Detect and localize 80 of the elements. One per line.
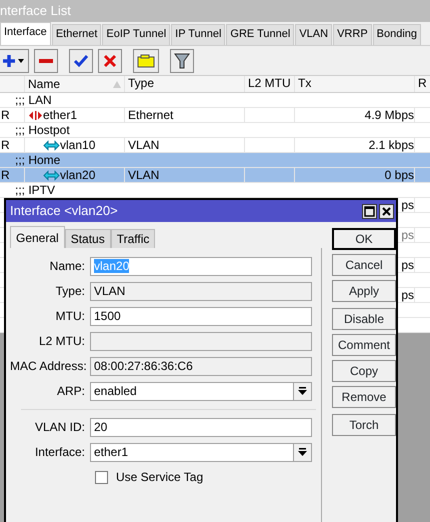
table-cell: vlan10 [60,138,96,152]
flag-text: R [1,168,10,182]
add-icon[interactable] [0,48,29,72]
tab[interactable]: VLAN [295,24,332,45]
flag-text: R [1,138,10,152]
column-header[interactable]: L2 MTU [245,76,295,92]
field-label: Interface: [34,445,86,460]
tab[interactable]: Bonding [372,24,422,45]
dropdown-field[interactable]: enabled [90,382,312,401]
tab[interactable]: IP Tunnel [171,24,226,45]
dialog-title: Interface <vlan20> [10,203,118,219]
tab[interactable]: Interface [0,22,51,45]
note-icon[interactable] [133,48,159,72]
dropdown-icon[interactable] [293,444,311,461]
table-cell: ps [401,228,414,242]
tab[interactable]: Ethernet [52,24,102,45]
field-label: MAC Address: [10,359,88,374]
input-field: VLAN [90,282,312,301]
checkbox[interactable] [95,471,108,484]
field-label: Name: [48,259,86,274]
input-field: 08:00:27:86:36:C6 [90,357,312,376]
table-cell: VLAN [128,138,160,152]
table-cell: ether1 [43,108,78,122]
double-arrow-icon [43,170,60,180]
table-cell: Ethernet [128,108,174,122]
column-header[interactable]: Type [125,76,245,92]
field-label: Type: [54,284,86,299]
table-row[interactable]: R ether1 Ethernet 4.9 Mbps [0,108,430,123]
dialog-tab[interactable]: Status [64,229,111,248]
filter-icon[interactable] [170,48,194,72]
dropdown-field[interactable]: ether1 [90,443,312,462]
field-label: L2 MTU: [38,334,86,349]
split-arrow-icon [28,110,43,120]
column-header[interactable]: R [415,76,430,92]
table-cell: 2.1 kbps [368,138,414,152]
checkbox-label: Use Service Tag [116,470,204,485]
table-cell: ps [401,288,414,302]
dialog-button[interactable]: Apply [332,280,396,302]
cross-icon[interactable] [98,48,122,72]
double-arrow-icon [43,140,60,150]
check-icon[interactable] [69,48,93,72]
comment-text: ;;; LAN [14,93,52,107]
tab[interactable]: GRE Tunnel [226,24,294,45]
table-cell: 0 bps [384,168,414,182]
table-cell: ps [401,198,414,212]
dialog-button[interactable]: Remove [332,386,396,408]
table-row[interactable]: ;;; Home [0,153,430,168]
dropdown-icon[interactable] [293,383,311,400]
input-field[interactable]: 20 [90,418,312,437]
dialog-tab[interactable]: General [10,226,65,248]
column-header[interactable]: Tx [295,76,415,92]
comment-text: ;;; Hostpot [14,123,70,137]
flag-text: R [1,108,10,122]
table-cell: 4.9 Mbps [364,108,414,122]
dialog-button[interactable]: Copy [332,360,396,382]
table-row[interactable]: R vlan20 VLAN 0 bps [0,168,430,183]
input-field[interactable]: 1500 [90,307,312,326]
dialog-button[interactable]: Disable [332,308,396,330]
table-cell: ps [401,258,414,272]
dialog-button[interactable]: OK [332,228,396,250]
table-row[interactable]: ;;; Hostpot [0,123,430,138]
tab[interactable]: EoIP Tunnel [102,24,170,45]
comment-text: ;;; IPTV [14,183,56,197]
field-label: ARP: [56,384,86,399]
maximize-icon[interactable] [362,204,377,218]
dialog-button[interactable]: Cancel [332,254,396,276]
dialog-button[interactable]: Comment [332,334,396,356]
dialog-tab[interactable]: Traffic [110,229,156,248]
tab[interactable]: VRRP [333,24,372,45]
table-cell: vlan20 [60,168,96,182]
remove-icon[interactable] [34,48,58,72]
table-cell: VLAN [128,168,160,182]
field-label: VLAN ID: [34,420,86,435]
table-row[interactable]: ;;; LAN [0,93,430,108]
window-title: nterface List [0,0,430,22]
dialog-button[interactable]: Torch [332,414,396,436]
comment-text: ;;; Home [14,153,60,167]
field-label: MTU: [54,309,86,324]
close-icon[interactable] [379,204,394,218]
column-header[interactable]: Name [25,76,125,92]
